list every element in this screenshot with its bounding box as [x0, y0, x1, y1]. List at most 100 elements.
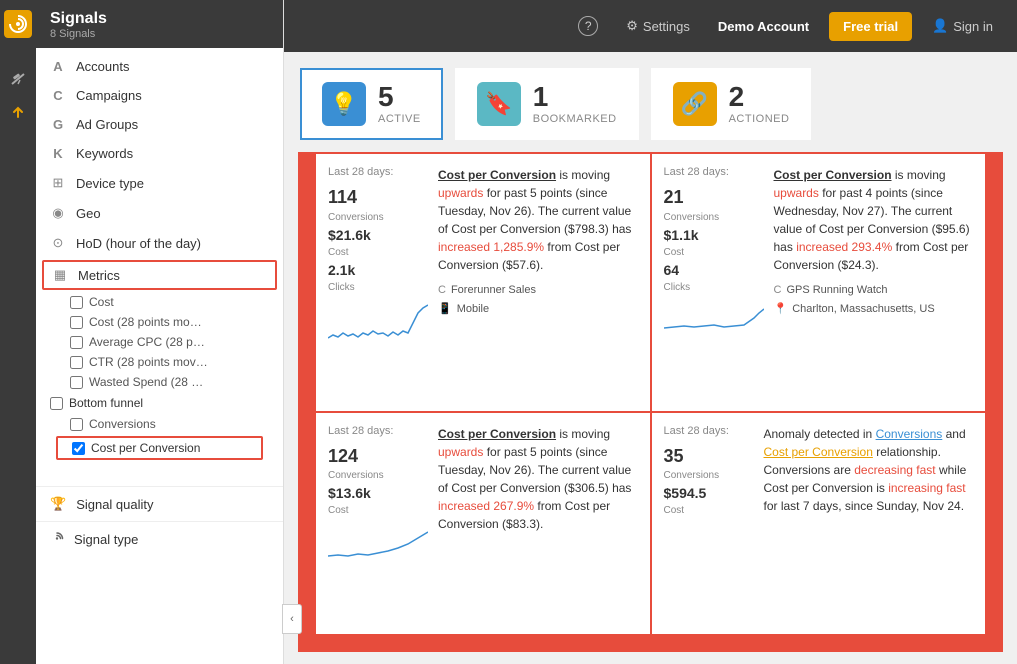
tab-actioned[interactable]: 🔗 2 Actioned [651, 68, 812, 140]
checkbox-ctr[interactable]: CTR (28 points mov… [50, 352, 269, 372]
checkbox-avg-cpc-label: Average CPC (28 p… [89, 335, 205, 349]
icon-bar-arrow[interactable] [4, 98, 32, 126]
user-icon: 👤 [932, 18, 948, 34]
campaigns-icon: C [50, 88, 66, 103]
sidebar-item-metrics[interactable]: ▦ Metrics [42, 260, 277, 290]
sidebar-collapse-button[interactable]: ‹ [282, 604, 302, 634]
sidebar-item-signal-type[interactable]: Signal type [36, 521, 283, 557]
sidebar-header: Signals 8 Signals [36, 0, 283, 48]
card-1-metric2-value: $21.6k [328, 227, 428, 243]
card-2-metric1-label: Conversions [664, 212, 764, 223]
card-4-left: Last 28 days: 35 Conversions $594.5 Cost [664, 425, 754, 623]
sign-in-button[interactable]: 👤 Sign in [924, 14, 1001, 38]
sidebar-item-accounts[interactable]: A Accounts [36, 52, 283, 81]
card-3-metric-link[interactable]: Cost per Conversion [438, 427, 556, 441]
card-1-metric2-label: Cost [328, 247, 428, 258]
sign-in-label: Sign in [953, 19, 993, 34]
signals-cards-grid: Last 28 days: 114 Conversions $21.6k Cos… [298, 152, 1003, 652]
tab-active[interactable]: 💡 5 Active [300, 68, 443, 140]
checkbox-cost-label: Cost [89, 295, 114, 309]
active-label: Active [378, 113, 421, 125]
sidebar-item-keywords[interactable]: K Keywords [36, 139, 283, 168]
checkbox-cost-per-conversion-input[interactable] [72, 442, 85, 455]
card-1-metric3-value: 2.1k [328, 262, 428, 278]
checkbox-wasted-spend[interactable]: Wasted Spend (28 … [50, 372, 269, 392]
bookmarked-tab-info: 1 Bookmarked [533, 83, 617, 125]
checkbox-cost-per-conversion[interactable]: Cost per Conversion [56, 436, 263, 460]
card-2-campaign-icon: C [774, 282, 782, 299]
signal-card-4: Last 28 days: 35 Conversions $594.5 Cost… [652, 413, 986, 635]
sidebar-item-campaigns[interactable]: C Campaigns [36, 81, 283, 110]
checkbox-cost-28-input[interactable] [70, 316, 83, 329]
card-2-metric1-value: 21 [664, 188, 764, 208]
demo-account-button[interactable]: Demo Account [710, 15, 817, 38]
sidebar-item-geo-label: Geo [76, 206, 101, 221]
sidebar-item-hod[interactable]: ⊙ HoD (hour of the day) [36, 228, 283, 258]
card-2-metric-link[interactable]: Cost per Conversion [774, 168, 892, 182]
bottom-funnel-checkbox[interactable] [50, 397, 63, 410]
card-1-desc-text1: is moving [559, 168, 610, 182]
bottom-funnel-label: Bottom funnel [69, 396, 143, 410]
accounts-icon: A [50, 59, 66, 74]
card-1-sparkline [328, 303, 428, 343]
card-2-increase: increased 293.4% [796, 240, 892, 254]
free-trial-button[interactable]: Free trial [829, 12, 912, 41]
icon-bar-telescope[interactable] [4, 64, 32, 92]
settings-button[interactable]: ⚙ Settings [618, 14, 698, 38]
card-4-cpc-link[interactable]: Cost per Conversion [764, 445, 873, 459]
bottom-funnel-section[interactable]: Bottom funnel [36, 392, 283, 414]
app-logo[interactable] [4, 10, 32, 38]
hod-icon: ⊙ [50, 235, 66, 251]
card-2-campaign-name: GPS Running Watch [786, 282, 887, 299]
sidebar-item-keywords-label: Keywords [76, 146, 133, 161]
card-4-metric2-value: $594.5 [664, 485, 754, 501]
card-2-right: Cost per Conversion is moving upwards fo… [774, 166, 974, 399]
checkbox-conversions[interactable]: Conversions [50, 414, 269, 434]
sidebar-footer: 🏆 Signal quality Signal type [36, 486, 283, 557]
bookmarked-label: Bookmarked [533, 113, 617, 125]
card-2-desc-text1: is moving [895, 168, 946, 182]
checkbox-conversions-input[interactable] [70, 418, 83, 431]
sidebar-nav: A Accounts C Campaigns G Ad Groups K Key… [36, 48, 283, 466]
checkbox-avg-cpc[interactable]: Average CPC (28 p… [50, 332, 269, 352]
card-4-right: Anomaly detected in Conversions and Cost… [764, 425, 974, 623]
bookmarked-tab-icon: 🔖 [477, 82, 521, 126]
actioned-tab-icon: 🔗 [673, 82, 717, 126]
collapse-icon: ‹ [290, 613, 294, 625]
card-4-conversions-link[interactable]: Conversions [876, 427, 943, 441]
signal-card-1: Last 28 days: 114 Conversions $21.6k Cos… [316, 154, 650, 411]
card-1-left: Last 28 days: 114 Conversions $21.6k Cos… [328, 166, 428, 399]
card-1-period: Last 28 days: [328, 166, 428, 178]
sidebar-item-device-type[interactable]: ⊞ Device type [36, 168, 283, 198]
checkbox-wasted-spend-label: Wasted Spend (28 … [89, 375, 203, 389]
card-2-direction: upwards [774, 186, 819, 200]
card-3-description: Cost per Conversion is moving upwards fo… [438, 425, 638, 533]
settings-icon: ⚙ [626, 18, 638, 34]
card-1-metric-link[interactable]: Cost per Conversion [438, 168, 556, 182]
card-3-metric1-label: Conversions [328, 470, 428, 481]
sidebar-item-signal-quality[interactable]: 🏆 Signal quality [36, 487, 283, 521]
card-2-geo-name: Charlton, Massachusetts, US [792, 301, 934, 318]
help-button[interactable]: ? [570, 12, 606, 40]
checkbox-wasted-spend-input[interactable] [70, 376, 83, 389]
sidebar-item-ad-groups[interactable]: G Ad Groups [36, 110, 283, 139]
signal-quality-icon: 🏆 [50, 496, 66, 512]
card-2-tag1: C GPS Running Watch [774, 282, 974, 299]
sidebar-title: Signals [50, 10, 269, 28]
checkbox-avg-cpc-input[interactable] [70, 336, 83, 349]
checkbox-cost[interactable]: Cost [50, 292, 269, 312]
actioned-label: Actioned [729, 113, 790, 125]
card-3-right: Cost per Conversion is moving upwards fo… [438, 425, 638, 623]
bottom-funnel-items: Conversions Cost per Conversion [36, 414, 283, 460]
signal-type-label: Signal type [74, 532, 138, 547]
card-3-increase: increased 267.9% [438, 499, 534, 513]
sidebar-subtitle: 8 Signals [50, 28, 269, 40]
tab-bookmarked[interactable]: 🔖 1 Bookmarked [455, 68, 639, 140]
checkbox-cost-28[interactable]: Cost (28 points mo… [50, 312, 269, 332]
checkbox-cost-input[interactable] [70, 296, 83, 309]
checkbox-cost-per-conversion-label: Cost per Conversion [91, 441, 200, 455]
status-tabs: 💡 5 Active 🔖 1 Bookmarked 🔗 2 Actioned [284, 52, 1017, 152]
checkbox-ctr-input[interactable] [70, 356, 83, 369]
card-2-description: Cost per Conversion is moving upwards fo… [774, 166, 974, 274]
sidebar-item-geo[interactable]: ◉ Geo [36, 198, 283, 228]
